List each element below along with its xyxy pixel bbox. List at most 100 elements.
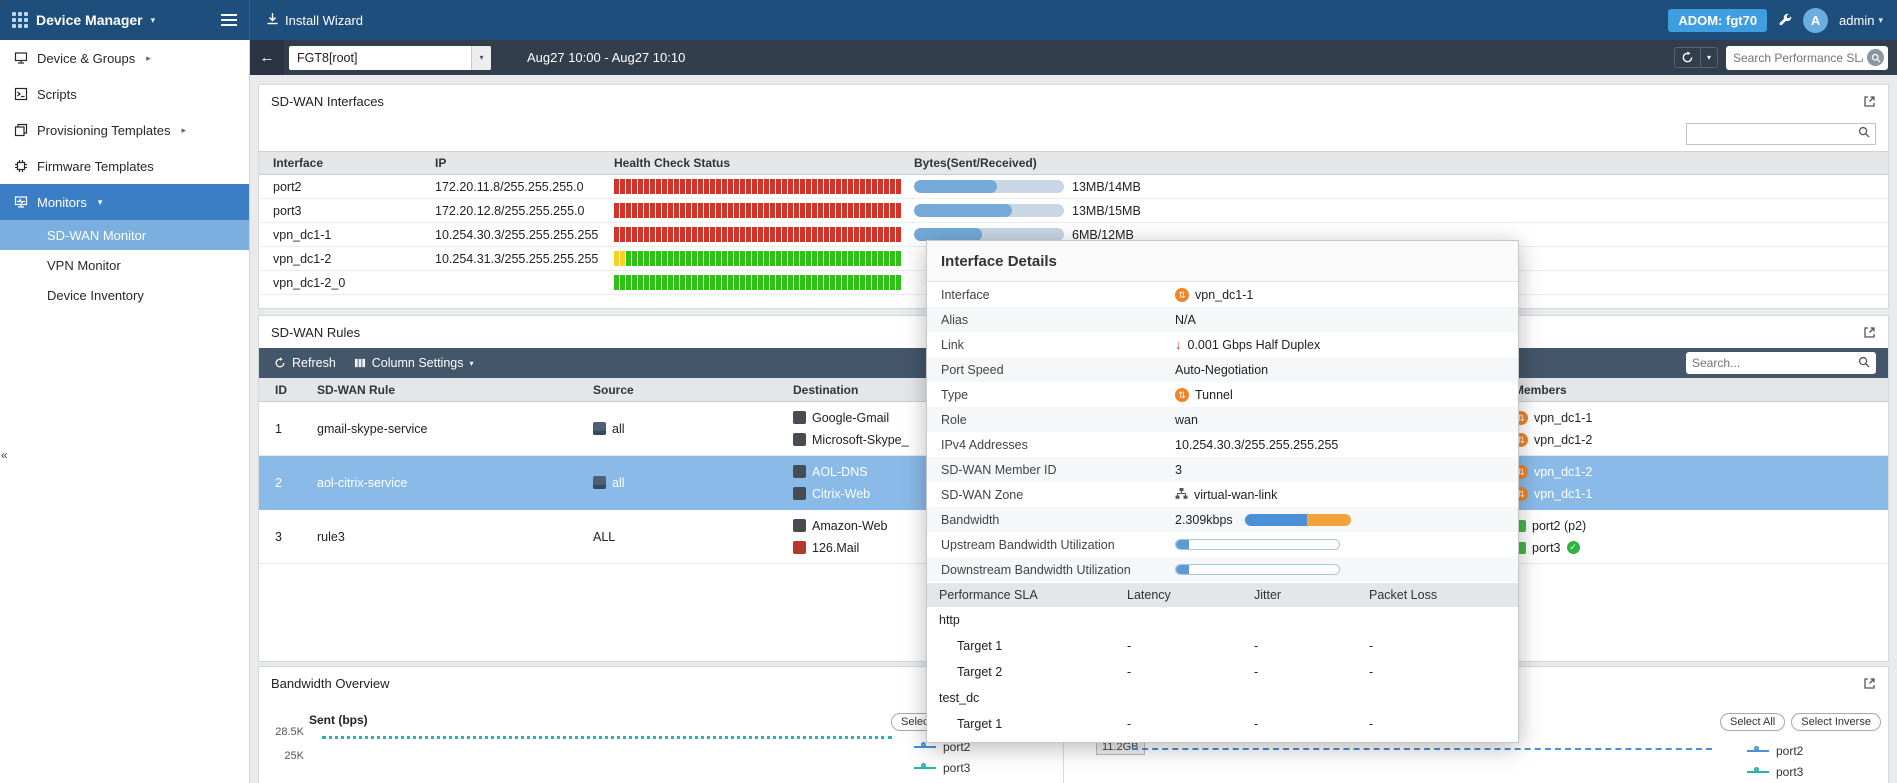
sidebar-item-sdwan-monitor[interactable]: SD-WAN Monitor [0,220,249,250]
select-inverse-button[interactable]: Select Inverse [1791,713,1881,731]
health-block [818,275,823,290]
column-header[interactable]: Source [579,383,779,397]
health-block [638,203,643,218]
health-block [848,275,853,290]
panel-title: SD-WAN Rules [271,325,360,340]
health-block [896,227,901,242]
wrench-icon[interactable] [1778,13,1792,27]
sidebar-item-vpn-monitor[interactable]: VPN Monitor [0,250,249,280]
health-block [746,203,751,218]
bytes-label: 13MB/14MB [1072,180,1141,194]
bytes-bar [914,180,1064,193]
health-block [812,227,817,242]
performance-sla-search-input[interactable] [1733,51,1863,65]
sidebar-item-device-groups[interactable]: Device & Groups ▸ [0,40,249,76]
select-all-button[interactable]: Select All [1720,713,1785,731]
health-blocks [614,251,914,266]
back-button[interactable]: ← [250,40,284,75]
health-block [674,251,679,266]
search-icon[interactable] [1858,356,1870,371]
health-block [722,275,727,290]
health-block [884,179,889,194]
sidebar-item-scripts[interactable]: Scripts [0,76,249,112]
health-block [740,179,745,194]
health-block [830,203,835,218]
health-block [686,251,691,266]
rules-search-input[interactable] [1692,356,1854,370]
interface-name: vpn_dc1-1 [259,228,435,242]
legend-item[interactable]: port3 [914,761,970,775]
column-header[interactable]: Members [1508,383,1888,397]
health-block [614,203,619,218]
interface-row[interactable]: port2172.20.11.8/255.255.255.013MB/14MB [259,175,1888,199]
health-block [872,275,877,290]
field-text: vpn_dc1-1 [1195,288,1253,302]
install-wizard-button[interactable]: Install Wizard [266,12,363,28]
column-settings-button[interactable]: Column Settings ▾ [345,348,483,378]
health-block [614,227,619,242]
health-blocks [614,227,914,242]
health-block [794,227,799,242]
user-avatar[interactable]: A [1803,8,1828,33]
legend-item[interactable]: port2 [1747,744,1803,758]
health-block [686,179,691,194]
health-block [704,227,709,242]
app-title: Device Manager [36,12,143,28]
health-block [896,203,901,218]
health-block [620,179,625,194]
search-icon[interactable] [1858,125,1870,143]
health-block [872,179,877,194]
health-block [752,179,757,194]
health-block [620,227,625,242]
refresh-button[interactable] [1675,48,1700,67]
utilization-bar [1175,564,1340,575]
chevron-down-icon: ▾ [471,46,491,70]
member-label: port3 [1532,541,1561,555]
health-block [668,251,673,266]
popout-icon[interactable] [1863,326,1876,339]
health-block [740,227,745,242]
back-arrow-icon: ← [260,49,275,66]
sla-target-name: Target 2 [939,665,1127,679]
health-block [758,251,763,266]
interface-row[interactable]: port3172.20.12.8/255.255.255.013MB/15MB [259,199,1888,223]
health-block [644,227,649,242]
popout-icon[interactable] [1863,95,1876,108]
health-block [674,227,679,242]
refresh-options-button[interactable]: ▾ [1700,48,1717,67]
field-label: Alias [941,313,1175,327]
column-header[interactable]: Bytes(Sent/Received) [914,156,1888,170]
sidebar-item-device-inventory[interactable]: Device Inventory [0,280,249,310]
health-block [842,275,847,290]
app-switcher[interactable]: Device Manager ▾ [0,0,250,40]
device-selector[interactable]: FGT8[root] ▾ [289,46,491,70]
topbar-right: ADOM: fgt70 A admin▾ [1668,8,1897,33]
column-header[interactable]: ID [259,383,303,397]
health-block [656,203,661,218]
column-header[interactable]: Interface [259,156,435,170]
popout-icon[interactable] [1863,677,1876,690]
column-header[interactable]: SD-WAN Rule [303,383,579,397]
sidebar-collapse-handle[interactable]: « [1,448,8,462]
sidebar-item-monitors[interactable]: Monitors ▾ [0,184,249,220]
sla-target-row: Target 1--- [927,711,1518,737]
field-value: 2.309kbps [1175,513,1518,527]
legend-item[interactable]: port3 [1747,765,1803,779]
health-block [854,179,859,194]
user-menu[interactable]: admin▾ [1839,13,1883,28]
health-block [794,251,799,266]
column-header[interactable]: Health Check Status [614,156,914,170]
column-header[interactable]: IP [435,156,614,170]
adom-badge[interactable]: ADOM: fgt70 [1668,9,1767,32]
refresh-button[interactable]: Refresh [265,348,345,378]
search-icon[interactable] [1867,49,1884,66]
sidebar-item-provisioning-templates[interactable]: Provisioning Templates ▸ [0,112,249,148]
health-block [704,275,709,290]
zone-icon [1175,487,1188,503]
interfaces-search-input[interactable] [1692,127,1854,141]
sidebar-item-firmware-templates[interactable]: Firmware Templates [0,148,249,184]
hamburger-icon[interactable] [221,14,237,26]
topbar: Device Manager ▾ Install Wizard ADOM: fg… [0,0,1897,40]
health-block [794,275,799,290]
sidebar-item-label: Provisioning Templates [37,123,170,138]
